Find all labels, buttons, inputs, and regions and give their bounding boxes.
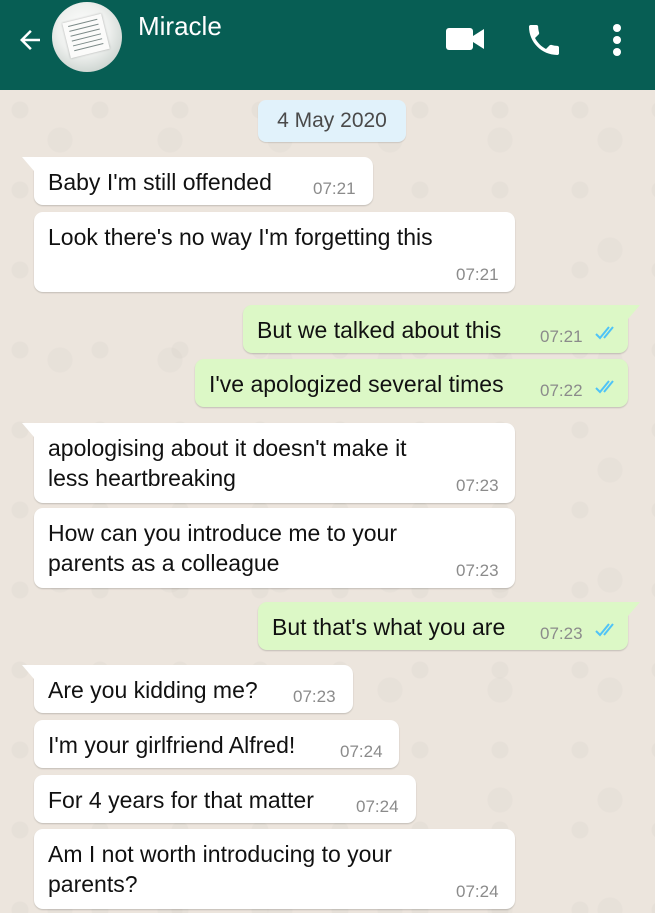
message-time: 07:23 — [456, 476, 499, 495]
message-bubble[interactable]: I've apologized several times 07:22 — [195, 359, 628, 407]
phone-icon — [529, 25, 559, 55]
message-bubble[interactable]: For 4 years for that matter 07:24 — [34, 775, 416, 823]
message-bubble[interactable]: Baby I'm still offended 07:21 — [22, 157, 373, 205]
message-text: I'm your girlfriend Alfred! — [48, 732, 296, 758]
contact-name[interactable]: Miracle — [138, 11, 222, 42]
more-options-button[interactable] — [606, 20, 628, 65]
message-bubble[interactable]: But we talked about this 07:21 — [243, 305, 640, 353]
message-time: 07:21 — [540, 327, 583, 346]
message-text: Am I not worth introducing to your paren… — [48, 841, 392, 897]
message-text: apologising about it doesn't make it les… — [48, 435, 407, 491]
message-text: I've apologized several times — [209, 371, 504, 397]
message-time: 07:24 — [456, 882, 499, 901]
message-bubble[interactable]: But that's what you are 07:23 — [258, 602, 640, 650]
video-call-button[interactable] — [444, 20, 488, 63]
voice-call-button[interactable] — [524, 20, 564, 65]
more-vert-icon — [613, 24, 621, 56]
message-text: For 4 years for that matter — [48, 787, 314, 813]
message-time: 07:24 — [340, 742, 383, 761]
message-bubble[interactable]: Am I not worth introducing to your paren… — [34, 829, 515, 909]
message-time: 07:23 — [293, 687, 336, 706]
message-time: 07:21 — [313, 179, 356, 198]
message-time: 07:23 — [540, 624, 583, 643]
back-button[interactable] — [8, 22, 52, 58]
message-text: Look there's no way I'm forgetting this — [48, 224, 433, 250]
avatar[interactable] — [52, 2, 122, 72]
date-chip: 4 May 2020 — [258, 100, 406, 142]
message-text: Are you kidding me? — [48, 677, 258, 703]
message-time: 07:21 — [456, 265, 499, 284]
videocam-icon — [446, 28, 484, 50]
chat-header: Miracle — [0, 0, 655, 90]
message-text: But we talked about this — [257, 317, 502, 343]
double-tick-read-icon — [595, 623, 614, 637]
message-bubble[interactable]: apologising about it doesn't make it les… — [22, 423, 515, 503]
avatar-note-image — [62, 13, 110, 59]
message-time: 07:22 — [540, 381, 583, 400]
message-bubble[interactable]: Look there's no way I'm forgetting this … — [34, 212, 515, 292]
message-time: 07:23 — [456, 561, 499, 580]
message-text: Baby I'm still offended — [48, 169, 272, 195]
message-bubble[interactable]: How can you introduce me to your parents… — [34, 508, 515, 588]
message-text: How can you introduce me to your parents… — [48, 520, 398, 576]
message-bubble[interactable]: I'm your girlfriend Alfred! 07:24 — [34, 720, 399, 768]
double-tick-read-icon — [595, 326, 614, 340]
arrow-left-icon — [20, 30, 40, 50]
message-bubble[interactable]: Are you kidding me? 07:23 — [22, 665, 353, 713]
message-time: 07:24 — [356, 797, 399, 816]
message-text: But that's what you are — [272, 614, 506, 640]
double-tick-read-icon — [595, 380, 614, 394]
